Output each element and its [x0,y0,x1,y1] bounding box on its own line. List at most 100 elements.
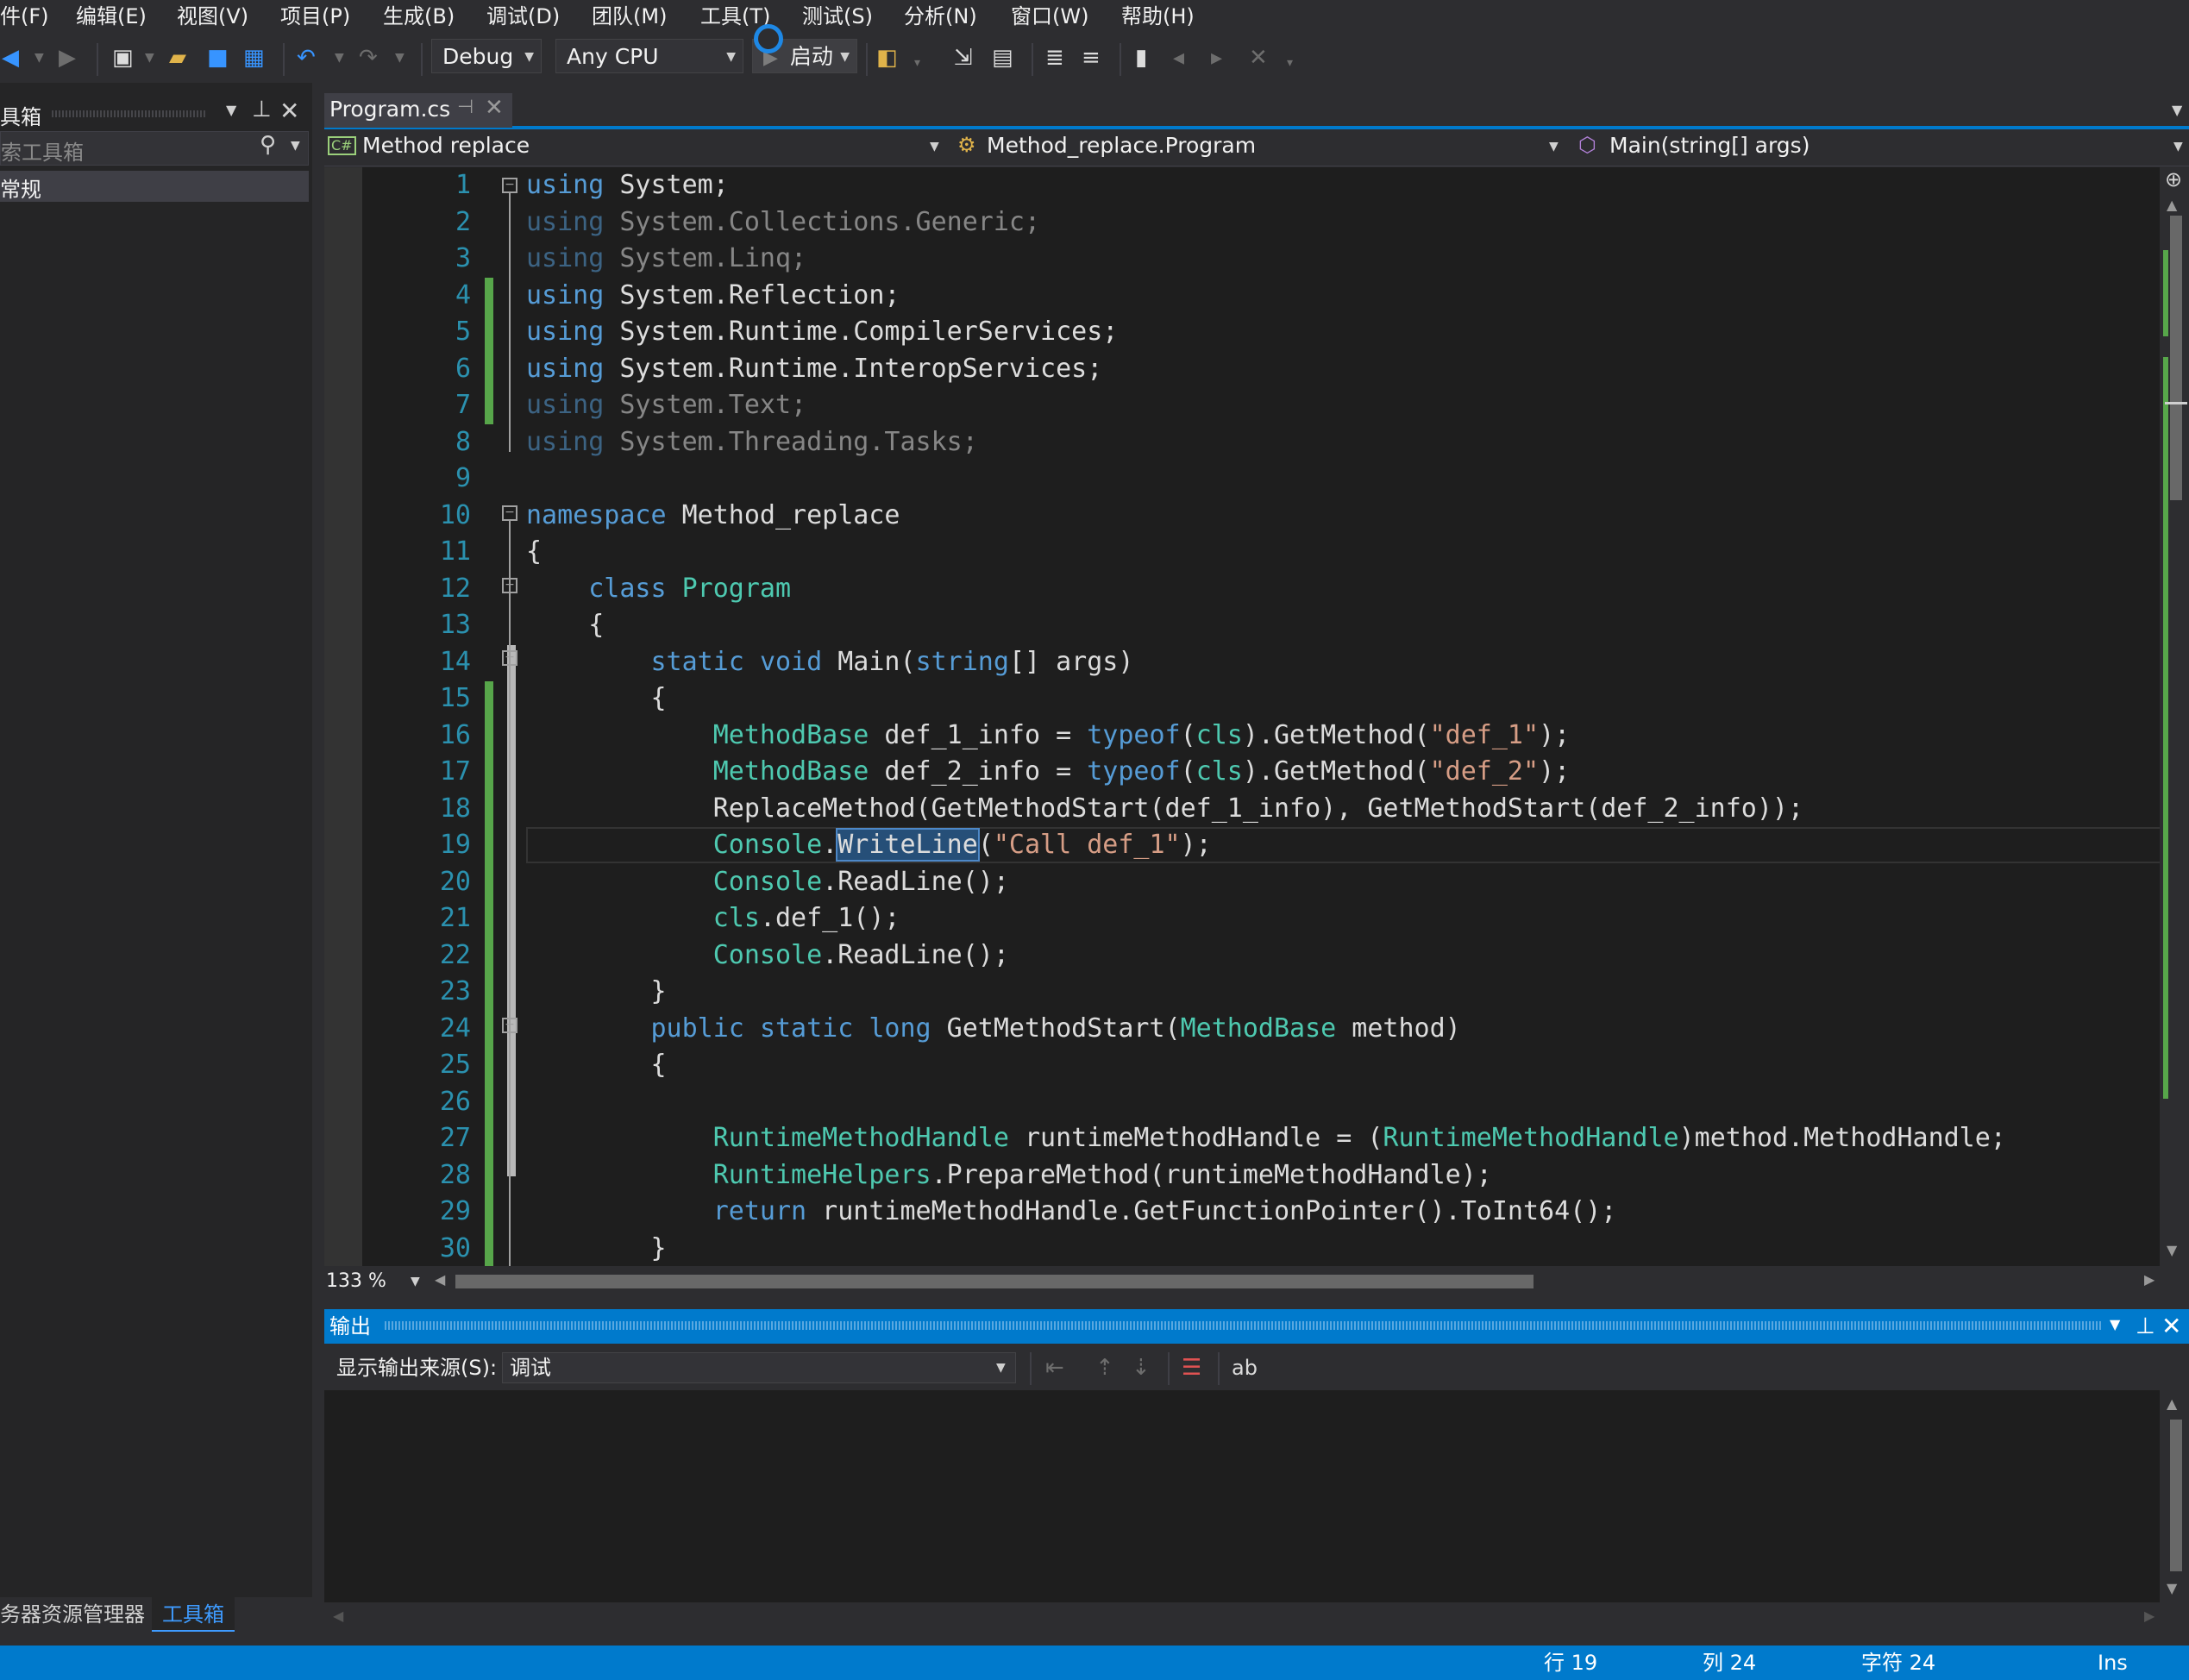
class-dropdown[interactable]: ⚙ Method_replace.Program ▼ [950,133,1566,162]
code-line[interactable]: class Program [526,571,791,608]
scroll-up-icon[interactable]: ▲ [2167,197,2177,213]
tab-program-cs[interactable]: Program.cs ⊣ ✕ [324,93,512,128]
member-dropdown[interactable]: ⬡ Main(string[] args) ▼ [1575,133,2189,162]
code-line[interactable]: using System.Collections.Generic; [526,204,1040,241]
code-editor[interactable]: − − − − − 1 using System; 2 using System.Co… [324,167,2160,1266]
scroll-left-icon[interactable]: ◀ [435,1271,445,1288]
pin-icon[interactable]: ⊣ [457,97,474,118]
scroll-down-icon[interactable]: ▼ [2167,1242,2177,1258]
code-line[interactable]: cls.def_1(); [526,900,900,937]
code-line[interactable]: namespace Method_replace [526,498,900,535]
menu-window[interactable]: 窗口(W) [1011,0,1088,33]
code-line[interactable]: using System.Linq; [526,241,806,278]
code-line[interactable]: using System; [526,167,729,204]
word-wrap-icon[interactable]: ab [1232,1345,1258,1390]
new-dropdown-icon[interactable]: ▼ [145,33,154,83]
pin-icon[interactable]: ⊥ [252,97,272,122]
output-horizontal-scrollbar[interactable]: ◀ ▶ [324,1602,2189,1632]
menu-file[interactable]: 件(F) [0,0,49,33]
forward-icon[interactable]: ▶ [59,33,76,83]
overflow-icon[interactable]: ▾ [914,38,920,88]
collapse-icon[interactable]: − [502,650,517,666]
next-message-icon[interactable]: ⇣ [1132,1345,1151,1390]
scroll-up-icon[interactable]: ▲ [2167,1395,2177,1412]
code-line[interactable]: { [526,1047,666,1084]
scroll-thumb[interactable] [2170,1420,2182,1571]
code-line[interactable]: MethodBase def_2_info = typeof(cls).GetM… [526,754,1570,791]
code-line[interactable]: } [526,974,666,1011]
find-message-icon[interactable]: ⇤ [1045,1345,1064,1390]
config-combo[interactable]: Debug ▼ [431,39,542,73]
comment-icon[interactable]: ≣ [1045,33,1064,83]
open-folder-icon[interactable]: ▰ [169,33,186,83]
scroll-right-icon[interactable]: ▶ [2144,1271,2155,1288]
code-line[interactable]: using System.Text; [526,387,806,424]
scroll-right-icon[interactable]: ▶ [2144,1608,2155,1624]
platform-combo[interactable]: Any CPU ▼ [555,39,743,73]
scroll-thumb[interactable] [2170,216,2182,500]
tab-list-dropdown-icon[interactable]: ▼ [2172,102,2182,118]
layout-icon[interactable]: ▤ [992,33,1013,83]
collapse-icon[interactable]: − [502,578,517,593]
horizontal-scroll-thumb[interactable] [455,1275,1534,1288]
menu-debug[interactable]: 调试(D) [486,0,560,33]
code-line[interactable]: using System.Runtime.CompilerServices; [526,314,1118,351]
code-line[interactable]: { [526,680,666,718]
output-text-area[interactable] [324,1390,2160,1602]
menu-project[interactable]: 项目(P) [280,0,350,33]
output-vertical-scrollbar[interactable]: ▲ ▼ [2160,1390,2189,1602]
scroll-down-icon[interactable]: ▼ [2167,1580,2177,1596]
split-icon[interactable]: ⊕ [2165,167,2182,191]
code-line[interactable]: using System.Threading.Tasks; [526,424,978,461]
code-line[interactable]: { [526,607,604,644]
code-line[interactable]: public static long GetMethodStart(Method… [526,1011,1461,1048]
clear-bookmarks-icon[interactable]: ✕ [1249,33,1268,83]
code-line[interactable]: Console.ReadLine(); [526,864,1009,901]
code-line[interactable]: using System.Reflection; [526,278,900,315]
menu-edit[interactable]: 编辑(E) [76,0,147,33]
prev-message-icon[interactable]: ⇡ [1095,1345,1114,1390]
code-line[interactable]: Console.WriteLine("Call def_1"); [526,827,1212,864]
overflow-icon[interactable]: ▾ [1287,38,1293,88]
save-icon[interactable]: ■ [207,33,229,83]
new-project-icon[interactable]: ▣ [112,33,134,83]
toolbox-group-general[interactable]: 常规 [0,171,309,202]
save-all-icon[interactable]: ▦ [243,33,265,83]
output-source-select[interactable]: 调试 ▼ [502,1352,1016,1383]
menu-test[interactable]: 测试(S) [802,0,873,33]
code-line[interactable]: return runtimeMethodHandle.GetFunctionPo… [526,1194,1617,1231]
search-icon[interactable]: ⚲ [260,132,276,158]
next-bookmark-icon[interactable]: ▸ [1211,33,1222,83]
menu-help[interactable]: 帮助(H) [1121,0,1195,33]
code-line[interactable]: Console.ReadLine(); [526,937,1009,975]
vertical-scrollbar[interactable]: ⊕ ▲ ▼ [2160,167,2189,1266]
code-line[interactable]: ReplaceMethod(GetMethodStart(def_1_info)… [526,791,1803,828]
menu-team[interactable]: 团队(M) [592,0,667,33]
pin-icon[interactable]: ⊥ [2136,1309,2155,1344]
collapse-icon[interactable]: − [502,178,517,193]
code-line[interactable]: static void Main(string[] args) [526,644,1134,681]
chevron-down-icon[interactable]: ▼ [226,102,236,118]
step-icon[interactable]: ⇲ [954,33,973,83]
code-line[interactable]: MethodBase def_1_info = typeof(cls).GetM… [526,718,1570,755]
project-dropdown[interactable]: C# Method replace ▼ [328,133,947,162]
close-icon[interactable]: ✕ [279,97,299,125]
menu-analyze[interactable]: 分析(N) [904,0,977,33]
code-line[interactable]: using System.Runtime.InteropServices; [526,351,1102,388]
menu-build[interactable]: 生成(B) [383,0,455,33]
redo-dropdown-icon[interactable]: ▼ [395,33,405,83]
undo-dropdown-icon[interactable]: ▼ [335,33,344,83]
back-dropdown-icon[interactable]: ▼ [34,33,44,83]
code-line[interactable]: RuntimeMethodHandle runtimeMethodHandle … [526,1120,2006,1157]
chevron-down-icon[interactable]: ▼ [291,139,300,153]
clear-all-icon[interactable]: ☰ [1182,1345,1201,1390]
collapse-icon[interactable]: − [502,505,517,521]
prev-bookmark-icon[interactable]: ◂ [1173,33,1184,83]
bookmark-icon[interactable]: ▮ [1135,33,1147,83]
back-icon[interactable]: ◀ [2,33,19,83]
code-line[interactable]: RuntimeHelpers.PrepareMethod(runtimeMeth… [526,1157,1492,1194]
code-line[interactable]: { [526,534,542,571]
collapse-icon[interactable]: − [502,1018,517,1033]
close-icon[interactable]: ✕ [485,95,504,121]
redo-icon[interactable]: ↷ [359,33,378,83]
